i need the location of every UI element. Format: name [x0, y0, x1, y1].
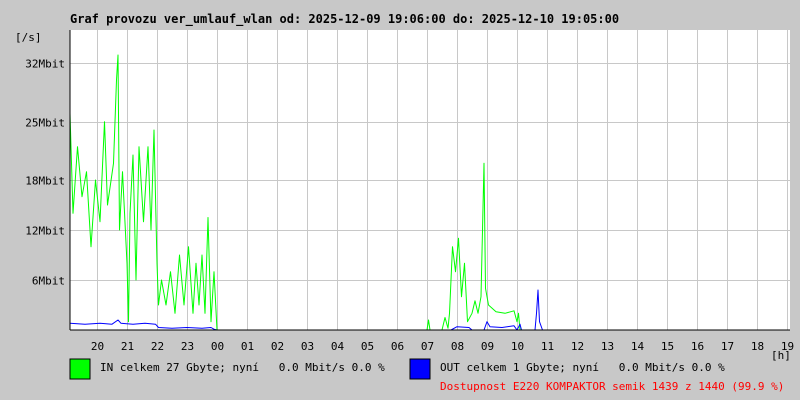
x-tick-label: 13 — [601, 340, 614, 353]
y-axis-unit-label: [/s] — [15, 31, 42, 44]
y-tick-label: 18Mbit — [25, 175, 65, 188]
x-tick-label: 15 — [661, 340, 674, 353]
x-tick-label: 05 — [361, 340, 374, 353]
x-tick-label: 06 — [391, 340, 404, 353]
x-tick-label: 19 — [781, 340, 794, 353]
legend-in-swatch — [69, 358, 91, 380]
legend-in-text: IN celkem 27 Gbyte; nyní 0.0 Mbit/s 0.0 … — [100, 361, 385, 374]
y-tick-label: 12Mbit — [25, 225, 65, 238]
x-tick-label: 12 — [571, 340, 584, 353]
x-tick-label: 18 — [751, 340, 764, 353]
x-tick-label: 16 — [691, 340, 704, 353]
x-tick-label: 14 — [631, 340, 645, 353]
y-tick-label: 32Mbit — [25, 58, 65, 71]
x-tick-label: 04 — [331, 340, 345, 353]
x-tick-label: 09 — [481, 340, 494, 353]
availability-text: Dostupnost E220 KOMPAKTOR semik 1439 z 1… — [440, 380, 784, 393]
x-tick-label: 00 — [211, 340, 224, 353]
chart-title: Graf provozu ver_umlauf_wlan od: 2025-12… — [70, 12, 619, 27]
legend-out-text: OUT celkem 1 Gbyte; nyní 0.0 Mbit/s 0.0 … — [440, 361, 725, 374]
x-tick-label: 02 — [271, 340, 284, 353]
x-tick-label: 21 — [121, 340, 134, 353]
x-tick-label: 22 — [151, 340, 164, 353]
x-axis-ticks: 20 21 22 23 00 01 02 03 04 05 06 07 08 09 10 11 12 13 14 15… — [91, 340, 794, 353]
x-tick-label: 17 — [721, 340, 734, 353]
x-tick-label: 11 — [541, 340, 554, 353]
y-axis-ticks: 6Mbit 12Mbit 18Mbit 25Mbit 32Mbit — [25, 58, 65, 288]
x-tick-label: 10 — [511, 340, 524, 353]
y-tick-label: 25Mbit — [25, 117, 65, 130]
x-tick-label: 08 — [451, 340, 464, 353]
legend-out-swatch — [409, 358, 431, 380]
traffic-graph: Graf provozu ver_umlauf_wlan od: 2025-12… — [0, 0, 800, 400]
x-tick-label: 23 — [181, 340, 194, 353]
x-tick-label: 20 — [91, 340, 104, 353]
x-tick-label: 03 — [301, 340, 314, 353]
x-tick-label: 01 — [241, 340, 254, 353]
x-tick-label: 07 — [421, 340, 434, 353]
y-tick-label: 6Mbit — [32, 275, 65, 288]
